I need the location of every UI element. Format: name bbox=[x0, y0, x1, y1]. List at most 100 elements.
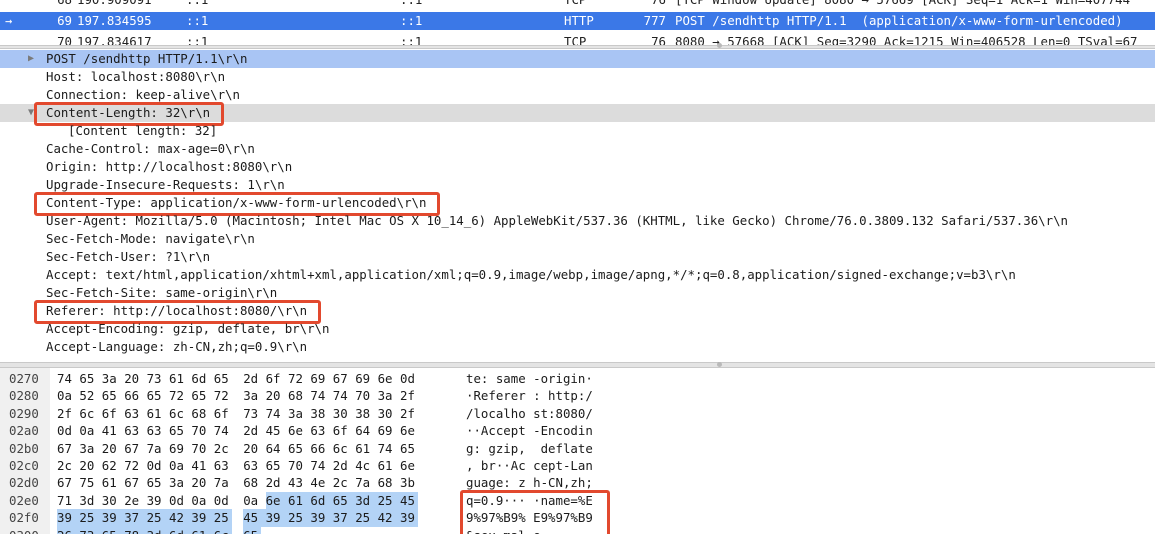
hex-byte[interactable]: 2c bbox=[333, 474, 353, 492]
hex-byte[interactable]: 3a bbox=[169, 474, 189, 492]
hex-byte[interactable]: 3a bbox=[102, 370, 122, 388]
hex-byte[interactable]: 70 bbox=[355, 387, 375, 405]
hex-byte[interactable]: 39 bbox=[147, 492, 167, 510]
packet-row[interactable]: 68 190.909091::1::1 TCP 76 [TCP Window Updat… bbox=[0, 0, 1155, 9]
byte-row[interactable]: 02a0 0d 0a 41 63 63 65 70 74 2d 45 6e 63 6f 64 69 6e ··Ac… bbox=[0, 422, 1155, 440]
hex-byte[interactable]: 20 bbox=[102, 440, 122, 458]
hex-byte[interactable]: 45 bbox=[400, 491, 418, 510]
hex-byte[interactable]: 39 bbox=[265, 509, 288, 528]
hex-byte[interactable]: 30 bbox=[333, 405, 353, 423]
hex-byte[interactable]: 3a bbox=[79, 440, 99, 458]
hex-byte[interactable]: 61 bbox=[378, 457, 398, 475]
hex-byte[interactable]: 4c bbox=[355, 457, 375, 475]
hex-byte[interactable]: 41 bbox=[102, 422, 122, 440]
hex-byte[interactable]: 64 bbox=[355, 422, 375, 440]
hex-byte[interactable]: 74 bbox=[310, 387, 330, 405]
hex-byte[interactable]: 67 bbox=[333, 370, 353, 388]
hex-byte[interactable]: 37 bbox=[332, 509, 356, 528]
hex-byte[interactable]: 61 bbox=[102, 474, 122, 492]
hex-byte[interactable]: 0d bbox=[400, 370, 420, 388]
hex-byte[interactable]: 3a bbox=[288, 405, 308, 423]
hex-byte[interactable]: 70 bbox=[288, 457, 308, 475]
hex-byte[interactable]: 65 bbox=[191, 387, 211, 405]
hex-byte[interactable]: 6e bbox=[265, 491, 288, 510]
hex-byte[interactable]: 0a bbox=[79, 422, 99, 440]
hex-byte[interactable]: 65 bbox=[79, 370, 99, 388]
byte-row[interactable]: 0280 0a 52 65 66 65 72 65 72 3a 20 68 74 74 70 3a 2f ·Ref… bbox=[0, 387, 1155, 405]
hex-byte[interactable]: 0d bbox=[147, 457, 167, 475]
hex-byte[interactable]: 6c bbox=[213, 526, 232, 534]
hex-byte[interactable]: 20 bbox=[124, 370, 144, 388]
ascii-text[interactable]: ··Accept -Encodin bbox=[466, 422, 593, 440]
hex-byte[interactable]: 6f bbox=[102, 405, 122, 423]
hex-byte[interactable]: 39 bbox=[310, 509, 333, 528]
hex-byte[interactable]: 25 bbox=[79, 509, 102, 528]
divider-grip[interactable] bbox=[717, 43, 722, 48]
hex-byte[interactable]: 42 bbox=[169, 509, 192, 528]
hex-byte[interactable]: 73 bbox=[79, 526, 102, 534]
hex-byte[interactable]: 2e bbox=[124, 492, 144, 510]
hex-byte[interactable]: 2d bbox=[333, 457, 353, 475]
hex-byte[interactable]: 74 bbox=[266, 405, 286, 423]
detail-line[interactable]: User-Agent: Mozilla/5.0 (Macintosh; Inte… bbox=[0, 212, 1155, 230]
hex-byte[interactable]: 65 bbox=[102, 387, 122, 405]
hex-byte[interactable]: 67 bbox=[57, 440, 77, 458]
hex-byte[interactable]: 69 bbox=[169, 440, 189, 458]
hex-byte[interactable]: 63 bbox=[214, 457, 234, 475]
hex-byte[interactable]: 3b bbox=[400, 474, 420, 492]
hex-byte[interactable]: 65 bbox=[214, 370, 234, 388]
hex-byte[interactable]: 41 bbox=[191, 457, 211, 475]
hex-byte[interactable]: 6d bbox=[169, 526, 192, 534]
hex-byte[interactable]: 6e bbox=[378, 370, 398, 388]
detail-line[interactable]: ▶ POST /sendhttp HTTP/1.1\r\n bbox=[0, 50, 1155, 68]
hex-byte[interactable]: 39 bbox=[101, 509, 125, 528]
hex-byte[interactable]: 6d bbox=[310, 491, 333, 510]
detail-line[interactable]: [Content length: 32] bbox=[0, 122, 1155, 140]
hex-byte[interactable]: 0d bbox=[169, 492, 189, 510]
hex-byte[interactable]: 75 bbox=[79, 474, 99, 492]
hex-byte[interactable]: 25 bbox=[355, 509, 378, 528]
ascii-text[interactable]: te: same -origin· bbox=[466, 370, 593, 388]
byte-row[interactable]: 02b0 67 3a 20 67 7a 69 70 2c 20 64 65 66 6c 61 74 65 g: g… bbox=[0, 440, 1155, 458]
hex-byte[interactable]: 4e bbox=[310, 474, 330, 492]
hex-byte[interactable]: 6d bbox=[191, 370, 211, 388]
hex-byte[interactable]: 65 bbox=[332, 491, 356, 510]
hex-byte[interactable]: 3a bbox=[378, 387, 398, 405]
hex-byte[interactable]: 39 bbox=[191, 509, 214, 528]
divider-grip[interactable] bbox=[717, 362, 722, 367]
ascii-text[interactable]: g: gzip, deflate bbox=[466, 440, 593, 458]
hex-byte[interactable]: 42 bbox=[377, 509, 400, 528]
hex-byte[interactable]: 67 bbox=[124, 440, 144, 458]
hex-byte[interactable]: 2d bbox=[266, 474, 286, 492]
packet-list[interactable]: 68190.909091::1::1TCP76[TCP Window Updat… bbox=[0, 0, 1155, 45]
hex-byte[interactable]: 0a bbox=[169, 457, 189, 475]
hex-byte[interactable]: 70 bbox=[191, 440, 211, 458]
byte-row[interactable]: 0270 74 65 3a 20 73 61 6d 65 2d 6f 72 69 67 69 6e 0d te: … bbox=[0, 370, 1155, 388]
packet-bytes-pane[interactable]: 0270 74 65 3a 20 73 61 6d 65 2d 6f 72 69 67 69 6e 0d te: … bbox=[0, 368, 1155, 534]
hex-byte[interactable]: 74 bbox=[333, 387, 353, 405]
packet-row[interactable]: 70 197.834617::1::1 TCP 76 8080 → 57668 [ACK… bbox=[0, 33, 1155, 45]
hex-byte[interactable]: 39 bbox=[57, 509, 80, 528]
hex-byte[interactable]: 74 bbox=[57, 370, 77, 388]
hex-byte[interactable]: 2f bbox=[400, 405, 420, 423]
hex-byte[interactable]: 68 bbox=[191, 405, 211, 423]
hex-byte[interactable]: 25 bbox=[213, 509, 232, 528]
hex-byte[interactable]: 20 bbox=[191, 474, 211, 492]
hex-byte[interactable]: 69 bbox=[378, 422, 398, 440]
hex-byte[interactable]: 61 bbox=[191, 526, 214, 534]
hex-byte[interactable]: 20 bbox=[266, 387, 286, 405]
hex-byte[interactable]: 2c bbox=[57, 457, 77, 475]
hex-byte[interactable]: 45 bbox=[243, 509, 266, 528]
hex-byte[interactable]: 68 bbox=[288, 387, 308, 405]
hex-byte[interactable]: 38 bbox=[310, 405, 330, 423]
hex-byte[interactable]: 0d bbox=[214, 492, 234, 510]
byte-row[interactable]: 02c0 2c 20 62 72 0d 0a 41 63 63 65 70 74 2d 4c 61 6e, br… bbox=[0, 457, 1155, 475]
hex-byte[interactable]: 65 bbox=[169, 422, 189, 440]
hex-byte[interactable]: 73 bbox=[243, 405, 263, 423]
hex-byte[interactable]: 0d bbox=[57, 422, 77, 440]
hex-byte[interactable]: 61 bbox=[355, 440, 375, 458]
hex-byte[interactable]: 3a bbox=[243, 387, 263, 405]
hex-byte[interactable]: 6e bbox=[400, 457, 420, 475]
hex-byte[interactable]: 37 bbox=[124, 509, 147, 528]
detail-line[interactable]: Accept-Language: zh-CN,zh;q=0.9\r\n bbox=[0, 338, 1155, 356]
